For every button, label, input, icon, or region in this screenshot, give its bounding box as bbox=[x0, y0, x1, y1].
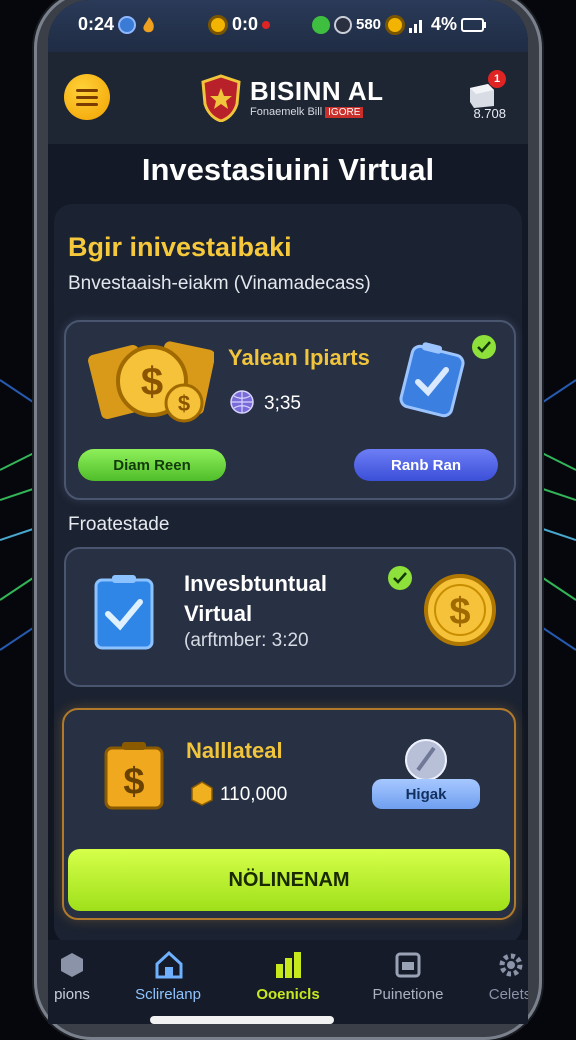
home-indicator[interactable] bbox=[150, 1016, 334, 1024]
gold-coin-icon: $ bbox=[424, 574, 496, 646]
svg-text:$: $ bbox=[123, 761, 144, 803]
card1-value: 3;35 bbox=[264, 393, 301, 414]
silver-coin-icon bbox=[405, 739, 447, 781]
arrow-up-icon bbox=[312, 15, 330, 34]
nav-item-sclirelanp[interactable]: Sclirelanp bbox=[120, 940, 216, 1024]
status-right: 580 4% bbox=[312, 14, 487, 35]
status-center: 0:0 bbox=[208, 14, 271, 35]
ranb-ran-button[interactable]: Ranb Ran bbox=[354, 449, 498, 481]
svg-text:$: $ bbox=[141, 360, 163, 404]
nav-item-ooenicls[interactable]: Ooenicls bbox=[240, 940, 336, 1024]
bluetooth-icon bbox=[118, 15, 137, 34]
cart-badge: 1 bbox=[488, 70, 506, 88]
nolinenam-action-button[interactable]: NÖLINENAM bbox=[68, 849, 510, 911]
higak-button[interactable]: Higak bbox=[372, 779, 480, 809]
checkbox-icon bbox=[94, 575, 154, 650]
coin-status-icon bbox=[208, 14, 228, 35]
mid-section-label: Froatestade bbox=[68, 514, 170, 535]
nav-item-pions[interactable]: pions bbox=[48, 940, 120, 1024]
gold-bar-icon bbox=[191, 781, 213, 806]
nav-item-puinetione[interactable]: Puinetione bbox=[360, 940, 456, 1024]
gear-icon bbox=[499, 953, 523, 977]
shield-status-icon bbox=[334, 15, 352, 34]
svg-text:$: $ bbox=[178, 391, 190, 416]
chart-bars-icon bbox=[276, 952, 301, 978]
brand-tag: IGORE bbox=[325, 107, 364, 118]
box-icon bbox=[61, 953, 83, 977]
hamburger-icon bbox=[76, 88, 98, 92]
phone-screen: 0:24 0:0 580 4% BISINN AL Fonaemelk Bill… bbox=[48, 0, 528, 1024]
gold-coins-icon: $ $ bbox=[88, 341, 214, 423]
card2-subtitle: (arftmber: 3:20 bbox=[184, 630, 309, 651]
notification-dot-icon bbox=[262, 20, 271, 29]
nav-item-celets[interactable]: Celets bbox=[462, 940, 528, 1024]
brand-title: BISINN AL bbox=[250, 76, 384, 106]
card2-title: Invesbtuntual Virtual bbox=[184, 571, 328, 626]
status-time: 0:24 bbox=[78, 14, 158, 35]
signal-icon bbox=[409, 19, 423, 33]
check-icon-2 bbox=[388, 566, 412, 590]
diam-reen-button[interactable]: Diam Reen bbox=[78, 449, 226, 481]
dollar-badge-icon: $ bbox=[104, 742, 164, 810]
home-icon bbox=[155, 950, 183, 979]
card1-title: Yalean lpiarts bbox=[228, 345, 370, 370]
page-title: Investasiuini Virtual bbox=[141, 152, 435, 187]
coin-small-icon bbox=[385, 14, 406, 35]
check-icon bbox=[472, 335, 496, 359]
card3-title: Nalllateal bbox=[186, 738, 283, 763]
brand-subtitle: Fonaemelk Bill IGORE bbox=[250, 106, 364, 118]
status-bar: 0:24 0:0 580 4% bbox=[48, 0, 528, 52]
battery-icon bbox=[461, 17, 487, 32]
calendar-icon bbox=[395, 952, 421, 978]
menu-button[interactable] bbox=[64, 74, 110, 120]
section-subtitle: Bnvestaaish-eiakm (Vinamadecass) bbox=[68, 273, 371, 294]
bottom-nav: pions Sclirelanp Ooenicls Puinetione Cel… bbox=[48, 940, 528, 1024]
section-title: Bgir inivestaibaki bbox=[68, 232, 292, 262]
globe-icon bbox=[230, 390, 254, 414]
shield-logo-icon bbox=[201, 74, 241, 122]
blue-checkbox-card-icon bbox=[399, 342, 465, 418]
app-header: BISINN AL Fonaemelk Bill IGORE 1 bbox=[48, 52, 528, 144]
flame-icon bbox=[143, 16, 154, 32]
cart-count: 8.708 bbox=[473, 106, 506, 121]
card3-value: 110,000 bbox=[220, 784, 288, 805]
svg-text:$: $ bbox=[449, 591, 470, 633]
